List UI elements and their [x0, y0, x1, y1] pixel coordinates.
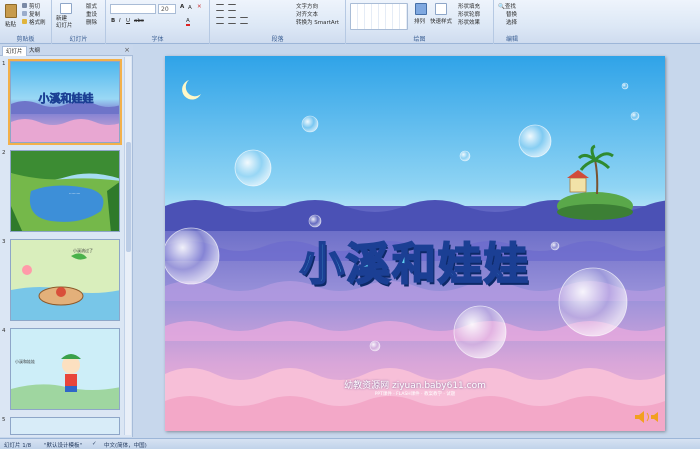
paragraph-group: 文字方向 对齐文本 转换为 SmartArt 段落	[210, 0, 346, 44]
font-group: 20 A A ✕ B I U abc A 字体	[106, 0, 210, 44]
drawing-group-label: 绘图	[413, 36, 426, 43]
close-icon[interactable]: ×	[124, 46, 130, 54]
bullets-icon[interactable]	[216, 4, 224, 11]
bold-icon[interactable]: B	[111, 18, 115, 24]
format-painter-button[interactable]: 格式刷	[29, 18, 46, 26]
underline-icon[interactable]: U	[126, 18, 130, 24]
editing-group-label: 编辑	[505, 36, 518, 43]
shrink-font-icon[interactable]: A	[188, 5, 192, 11]
paste-icon[interactable]	[5, 4, 17, 18]
thumb4-text: 小溪和娃娃	[15, 359, 35, 364]
watermark-subtext: PPT课件 · FLASH课件 · 教案教学 · 试题	[374, 392, 456, 397]
spellcheck-icon[interactable]: ✓	[92, 441, 97, 447]
thumb1-title: 小溪和娃娃	[38, 91, 94, 105]
font-name-input[interactable]	[110, 4, 156, 14]
scrollbar-thumb[interactable]	[126, 142, 131, 252]
ribbon: 粘贴 剪切 复制 格式刷 剪贴板 新建 幻灯片 版式 重设 删除 幻灯片 20 …	[0, 0, 700, 44]
paste-button[interactable]: 粘贴	[5, 20, 16, 28]
slide-title[interactable]: 小溪和娃娃	[165, 228, 665, 292]
quick-styles-icon[interactable]	[435, 3, 447, 15]
slide-number: 4	[2, 328, 6, 334]
status-bar: 幻灯片 1/8 "默认设计模板" ✓ 中文(简体，中国)	[0, 438, 700, 449]
grow-font-icon[interactable]: A	[180, 4, 184, 10]
slide-thumbnail-3[interactable]: 小溪流过了	[10, 239, 120, 321]
editing-group: 🔍查找 替换 选择 编辑	[494, 0, 530, 44]
layout-button[interactable]: 版式	[86, 2, 97, 10]
align-left-icon[interactable]	[216, 17, 224, 24]
slide-thumbnail-5[interactable]	[10, 417, 120, 435]
font-color-icon[interactable]: A	[186, 18, 190, 26]
numbering-icon[interactable]	[228, 4, 236, 11]
slides-group-label: 幻灯片	[69, 36, 88, 43]
cut-button[interactable]: 剪切	[29, 2, 40, 10]
slide-number: 1	[2, 61, 6, 67]
cut-icon[interactable]	[22, 3, 27, 8]
slide-thumbnail-4[interactable]: 小溪和娃娃	[10, 328, 120, 410]
watermark-text: 幼教资源网 ziyuan.baby611.com	[344, 381, 486, 391]
tab-outline[interactable]: 大纲	[26, 46, 43, 56]
replace-button[interactable]: 替换	[498, 10, 517, 18]
svg-text:·········: ·········	[69, 191, 80, 196]
theme-name[interactable]: "默认设计模板"	[44, 441, 82, 449]
smartart-button[interactable]: 转换为 SmartArt	[296, 18, 339, 26]
align-text-button[interactable]: 对齐文本	[296, 10, 318, 18]
panel-tabs: 幻灯片 大纲 ×	[0, 45, 133, 56]
shapes-gallery-icon[interactable]	[350, 3, 408, 30]
paragraph-group-label: 段落	[271, 36, 284, 43]
slide-thumbnail-2[interactable]: ·········	[10, 150, 120, 232]
find-button[interactable]: 🔍查找	[498, 2, 516, 10]
copy-button[interactable]: 复制	[29, 10, 40, 18]
font-size-input[interactable]: 20	[158, 4, 176, 14]
arrange-icon[interactable]	[415, 3, 427, 15]
align-right-icon[interactable]	[240, 17, 248, 24]
language-indicator[interactable]: 中文(简体，中国)	[104, 441, 147, 449]
panel-scrollbar[interactable]	[124, 57, 131, 435]
select-button[interactable]: 选择	[498, 18, 517, 26]
quick-styles-button[interactable]: 快速样式	[430, 17, 452, 25]
arrange-button[interactable]: 排列	[414, 17, 425, 25]
reset-button[interactable]: 重设	[86, 10, 97, 18]
clipboard-group-label: 剪贴板	[16, 36, 35, 43]
slides-panel: 幻灯片 大纲 × 1 小溪和娃娃 2 ········· 3 小溪流过了 4 小…	[0, 45, 133, 437]
select-label: 选择	[506, 20, 518, 26]
tab-slides[interactable]: 幻灯片	[2, 46, 27, 56]
new-slide-button[interactable]: 新建 幻灯片	[56, 16, 73, 30]
italic-icon[interactable]: I	[119, 18, 121, 24]
thumb3-text: 小溪流过了	[73, 248, 93, 253]
drawing-group: 排列 快速样式 形状填充 形状轮廓 形状效果 绘图	[346, 0, 494, 44]
slide-number: 3	[2, 239, 6, 245]
shape-effects-button[interactable]: 形状效果	[458, 18, 480, 26]
shape-outline-button[interactable]: 形状轮廓	[458, 10, 480, 18]
slide-thumbnail-1[interactable]: 小溪和娃娃	[8, 59, 122, 145]
align-center-icon[interactable]	[228, 17, 236, 24]
slide-count: 幻灯片 1/8	[4, 443, 32, 449]
format-painter-icon[interactable]	[22, 19, 27, 24]
shape-fill-button[interactable]: 形状填充	[458, 2, 480, 10]
slide-number: 2	[2, 150, 6, 156]
slide-canvas[interactable]: 小溪和娃娃 幼教资源网 ziyuan.baby611.com PPT课件 · F…	[165, 56, 665, 431]
slide-number: 5	[2, 417, 6, 423]
clear-format-icon[interactable]: ✕	[197, 4, 202, 10]
text-direction-button[interactable]: 文字方向	[296, 2, 318, 10]
clipboard-group: 粘贴 剪切 复制 格式刷 剪贴板	[0, 0, 52, 44]
new-slide-icon[interactable]	[60, 3, 72, 14]
copy-icon[interactable]	[22, 11, 27, 16]
slides-group: 新建 幻灯片 版式 重设 删除 幻灯片	[52, 0, 106, 44]
font-group-label: 字体	[151, 36, 164, 43]
delete-button[interactable]: 删除	[86, 18, 97, 26]
strikethrough-icon[interactable]: abc	[134, 18, 144, 24]
